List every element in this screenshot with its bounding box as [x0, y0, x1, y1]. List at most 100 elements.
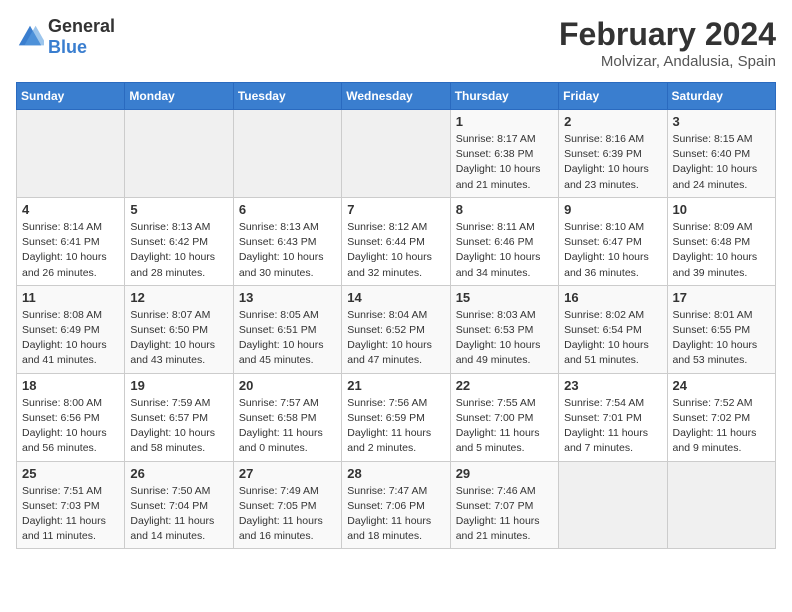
calendar-cell: 16 Sunrise: 8:02 AM Sunset: 6:54 PM Dayli…	[559, 285, 667, 373]
calendar-week-row: 18 Sunrise: 8:00 AM Sunset: 6:56 PM Dayli…	[17, 373, 776, 461]
calendar-cell: 5 Sunrise: 8:13 AM Sunset: 6:42 PM Daylig…	[125, 197, 233, 285]
day-number: 2	[564, 114, 661, 129]
day-number: 24	[673, 378, 770, 393]
weekday-header: Saturday	[667, 83, 775, 110]
calendar-cell: 27 Sunrise: 7:49 AM Sunset: 7:05 PM Dayli…	[233, 461, 341, 549]
calendar-cell: 13 Sunrise: 8:05 AM Sunset: 6:51 PM Dayli…	[233, 285, 341, 373]
day-number: 4	[22, 202, 119, 217]
calendar-cell: 19 Sunrise: 7:59 AM Sunset: 6:57 PM Dayli…	[125, 373, 233, 461]
location-title: Molvizar, Andalusia, Spain	[559, 53, 776, 70]
calendar-cell	[17, 110, 125, 198]
month-title: February 2024	[559, 16, 776, 53]
day-number: 22	[456, 378, 553, 393]
calendar-cell: 28 Sunrise: 7:47 AM Sunset: 7:06 PM Dayli…	[342, 461, 450, 549]
day-number: 11	[22, 290, 119, 305]
day-number: 8	[456, 202, 553, 217]
calendar-week-row: 4 Sunrise: 8:14 AM Sunset: 6:41 PM Daylig…	[17, 197, 776, 285]
day-number: 13	[239, 290, 336, 305]
weekday-header: Monday	[125, 83, 233, 110]
page-header: General Blue February 2024 Molvizar, And…	[16, 16, 776, 70]
calendar-cell: 12Sunrise: 8:07 AM Sunset: 6:50 PM Dayli…	[125, 285, 233, 373]
calendar-cell: 2 Sunrise: 8:16 AM Sunset: 6:39 PM Daylig…	[559, 110, 667, 198]
day-info: Sunrise: 8:00 AM Sunset: 6:56 PM Dayligh…	[22, 396, 119, 457]
day-number: 7	[347, 202, 444, 217]
day-info: Sunrise: 8:14 AM Sunset: 6:41 PM Dayligh…	[22, 220, 119, 281]
calendar-header: SundayMondayTuesdayWednesdayThursdayFrid…	[17, 83, 776, 110]
day-number: 6	[239, 202, 336, 217]
calendar-cell	[667, 461, 775, 549]
day-info: Sunrise: 8:13 AM Sunset: 6:42 PM Dayligh…	[130, 220, 227, 281]
day-number: 15	[456, 290, 553, 305]
calendar-cell: 8 Sunrise: 8:11 AM Sunset: 6:46 PM Daylig…	[450, 197, 558, 285]
weekday-row: SundayMondayTuesdayWednesdayThursdayFrid…	[17, 83, 776, 110]
calendar-cell: 3Sunrise: 8:15 AM Sunset: 6:40 PM Daylig…	[667, 110, 775, 198]
day-number: 21	[347, 378, 444, 393]
calendar-cell: 23 Sunrise: 7:54 AM Sunset: 7:01 PM Dayli…	[559, 373, 667, 461]
day-number: 25	[22, 466, 119, 481]
calendar-cell: 6Sunrise: 8:13 AM Sunset: 6:43 PM Daylig…	[233, 197, 341, 285]
day-info: Sunrise: 8:12 AM Sunset: 6:44 PM Dayligh…	[347, 220, 444, 281]
day-number: 16	[564, 290, 661, 305]
calendar-cell: 25 Sunrise: 7:51 AM Sunset: 7:03 PM Dayli…	[17, 461, 125, 549]
logo: General Blue	[16, 16, 115, 58]
calendar-cell	[342, 110, 450, 198]
calendar-cell: 11 Sunrise: 8:08 AM Sunset: 6:49 PM Dayli…	[17, 285, 125, 373]
day-number: 5	[130, 202, 227, 217]
calendar-cell: 7 Sunrise: 8:12 AM Sunset: 6:44 PM Daylig…	[342, 197, 450, 285]
day-number: 23	[564, 378, 661, 393]
day-number: 29	[456, 466, 553, 481]
day-info: Sunrise: 8:03 AM Sunset: 6:53 PM Dayligh…	[456, 308, 553, 369]
day-info: Sunrise: 8:02 AM Sunset: 6:54 PM Dayligh…	[564, 308, 661, 369]
day-number: 1	[456, 114, 553, 129]
day-info: Sunrise: 8:08 AM Sunset: 6:49 PM Dayligh…	[22, 308, 119, 369]
day-info: Sunrise: 7:47 AM Sunset: 7:06 PM Dayligh…	[347, 484, 444, 545]
logo-general: General	[48, 16, 115, 36]
day-info: Sunrise: 7:50 AM Sunset: 7:04 PM Dayligh…	[130, 484, 227, 545]
calendar-cell	[233, 110, 341, 198]
day-number: 9	[564, 202, 661, 217]
calendar-table: SundayMondayTuesdayWednesdayThursdayFrid…	[16, 82, 776, 549]
day-number: 28	[347, 466, 444, 481]
day-info: Sunrise: 7:56 AM Sunset: 6:59 PM Dayligh…	[347, 396, 444, 457]
day-info: Sunrise: 8:16 AM Sunset: 6:39 PM Dayligh…	[564, 132, 661, 193]
day-info: Sunrise: 8:10 AM Sunset: 6:47 PM Dayligh…	[564, 220, 661, 281]
calendar-cell: 18 Sunrise: 8:00 AM Sunset: 6:56 PM Dayli…	[17, 373, 125, 461]
day-number: 12	[130, 290, 227, 305]
day-number: 20	[239, 378, 336, 393]
day-number: 18	[22, 378, 119, 393]
day-number: 19	[130, 378, 227, 393]
day-info: Sunrise: 7:59 AM Sunset: 6:57 PM Dayligh…	[130, 396, 227, 457]
day-info: Sunrise: 7:55 AM Sunset: 7:00 PM Dayligh…	[456, 396, 553, 457]
weekday-header: Wednesday	[342, 83, 450, 110]
day-info: Sunrise: 8:11 AM Sunset: 6:46 PM Dayligh…	[456, 220, 553, 281]
weekday-header: Tuesday	[233, 83, 341, 110]
calendar-week-row: 11 Sunrise: 8:08 AM Sunset: 6:49 PM Dayli…	[17, 285, 776, 373]
day-info: Sunrise: 7:54 AM Sunset: 7:01 PM Dayligh…	[564, 396, 661, 457]
logo-blue: Blue	[48, 37, 87, 57]
calendar-cell: 10Sunrise: 8:09 AM Sunset: 6:48 PM Dayli…	[667, 197, 775, 285]
calendar-cell	[559, 461, 667, 549]
calendar-cell: 29Sunrise: 7:46 AM Sunset: 7:07 PM Dayli…	[450, 461, 558, 549]
day-info: Sunrise: 8:17 AM Sunset: 6:38 PM Dayligh…	[456, 132, 553, 193]
calendar-cell: 4 Sunrise: 8:14 AM Sunset: 6:41 PM Daylig…	[17, 197, 125, 285]
calendar-cell: 26 Sunrise: 7:50 AM Sunset: 7:04 PM Dayli…	[125, 461, 233, 549]
calendar-cell: 24 Sunrise: 7:52 AM Sunset: 7:02 PM Dayli…	[667, 373, 775, 461]
day-number: 27	[239, 466, 336, 481]
logo-icon	[16, 23, 44, 51]
title-section: February 2024 Molvizar, Andalusia, Spain	[559, 16, 776, 70]
day-info: Sunrise: 8:15 AM Sunset: 6:40 PM Dayligh…	[673, 132, 770, 193]
calendar-cell: 22 Sunrise: 7:55 AM Sunset: 7:00 PM Dayli…	[450, 373, 558, 461]
day-info: Sunrise: 7:49 AM Sunset: 7:05 PM Dayligh…	[239, 484, 336, 545]
day-info: Sunrise: 7:57 AM Sunset: 6:58 PM Dayligh…	[239, 396, 336, 457]
calendar-week-row: 25 Sunrise: 7:51 AM Sunset: 7:03 PM Dayli…	[17, 461, 776, 549]
calendar-cell: 20 Sunrise: 7:57 AM Sunset: 6:58 PM Dayli…	[233, 373, 341, 461]
calendar-cell: 15 Sunrise: 8:03 AM Sunset: 6:53 PM Dayli…	[450, 285, 558, 373]
day-number: 26	[130, 466, 227, 481]
day-info: Sunrise: 8:01 AM Sunset: 6:55 PM Dayligh…	[673, 308, 770, 369]
day-info: Sunrise: 8:05 AM Sunset: 6:51 PM Dayligh…	[239, 308, 336, 369]
day-info: Sunrise: 7:52 AM Sunset: 7:02 PM Dayligh…	[673, 396, 770, 457]
calendar-cell: 1 Sunrise: 8:17 AM Sunset: 6:38 PM Daylig…	[450, 110, 558, 198]
day-info: Sunrise: 7:51 AM Sunset: 7:03 PM Dayligh…	[22, 484, 119, 545]
calendar-cell: 14Sunrise: 8:04 AM Sunset: 6:52 PM Dayli…	[342, 285, 450, 373]
calendar-cell: 21 Sunrise: 7:56 AM Sunset: 6:59 PM Dayli…	[342, 373, 450, 461]
